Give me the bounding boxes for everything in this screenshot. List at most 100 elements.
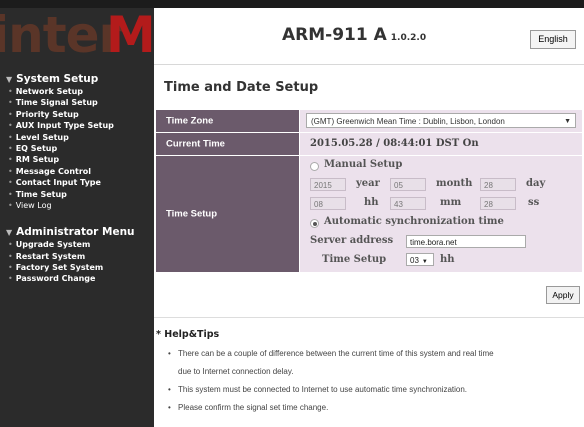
minute-unit: mm (440, 197, 462, 208)
time-zone-label: Time Zone (166, 115, 214, 127)
current-time-row: Current Time 2015.05.28 / 08:44:01 DST O… (156, 133, 582, 156)
row-value: (GMT) Greenwich Mean Time : Dublin, Lisb… (300, 110, 582, 132)
collapse-icon: ▼ (6, 75, 13, 84)
sidebar-item-rm-setup[interactable]: • RM Setup (0, 154, 154, 165)
bullet-icon: • (8, 189, 13, 199)
sidebar-item-upgrade-system[interactable]: • Upgrade System (0, 239, 154, 250)
collapse-icon: ▼ (6, 228, 13, 238)
sync-hour-value: 03 (410, 256, 419, 265)
time-zone-value: (GMT) Greenwich Mean Time : Dublin, Lisb… (311, 117, 505, 126)
top-bar (0, 0, 584, 8)
help-tip-text: Please confirm the signal set time chang… (178, 403, 329, 412)
logo-text: inter (0, 10, 123, 64)
sidebar-item-factory-set-system[interactable]: • Factory Set System (0, 262, 154, 273)
sidebar-item-label: Contact Input Type (15, 178, 101, 188)
sidebar-item-time-signal-setup[interactable]: • Time Signal Setup (0, 97, 154, 108)
sync-hour-select[interactable]: 03 ▼ (406, 253, 434, 266)
sidebar-item-label: Network Setup (15, 87, 84, 96)
bullet-icon: • (168, 349, 171, 358)
sidebar-item-password-change[interactable]: • Password Change (0, 273, 154, 284)
second-field[interactable]: 28 (480, 197, 516, 210)
sidebar-item-label: Priority Setup (15, 109, 79, 119)
bullet-icon: • (168, 385, 171, 394)
sidebar-item-contact-input-type[interactable]: • Contact Input Type (0, 177, 154, 188)
sidebar-item-priority-setup[interactable]: • Priority Setup (0, 109, 154, 120)
bullet-icon: • (8, 155, 13, 165)
help-tip-text: This system must be connected to Interne… (178, 385, 468, 394)
time-zone-row: Time Zone (GMT) Greenwich Mean Time : Du… (156, 110, 582, 133)
help-tip-continued: due to Internet connection delay. (178, 367, 294, 376)
bullet-icon: • (8, 200, 13, 210)
model-name: ARM-911 A (282, 25, 387, 45)
auto-sync-label: Automatic synchronization time (324, 216, 504, 227)
bullet-icon: • (8, 251, 13, 261)
sidebar-item-restart-system[interactable]: • Restart System (0, 251, 154, 262)
bullet-icon: • (8, 274, 13, 284)
current-time-label: Current Time (166, 138, 225, 150)
apply-button[interactable]: Apply (546, 286, 580, 304)
day-field[interactable]: 28 (480, 178, 516, 191)
bullet-icon: • (8, 143, 13, 153)
sidebar-item-label: Time Signal Setup (15, 98, 98, 108)
sidebar-item-network-setup[interactable]: • Network Setup (0, 86, 154, 97)
help-tip: • This system must be connected to Intern… (168, 385, 468, 394)
menu-section-administrator[interactable]: ▼ Administrator Menu (0, 225, 154, 239)
time-setup-label: Time Setup (166, 208, 218, 220)
sidebar-menu: ▼ System Setup • Network Setup • Time Signa… (0, 72, 154, 285)
help-tip: • There can be a couple of difference bet… (168, 349, 494, 358)
menu-section-system-setup[interactable]: ▼ System Setup (0, 72, 154, 86)
firmware-version: 1.0.2.0 (390, 33, 427, 43)
sidebar-item-label: AUX Input Type Setup (15, 121, 114, 131)
help-tip-text: There can be a couple of difference betw… (178, 349, 494, 358)
row-label: Time Zone (156, 110, 299, 132)
time-setup-row: Time Setup Manual Setup 2015 year 05 mon… (156, 156, 582, 273)
sidebar-item-eq-setup[interactable]: • EQ Setup (0, 143, 154, 154)
year-field[interactable]: 2015 (310, 178, 346, 191)
auto-sync-radio[interactable] (310, 219, 319, 228)
logo-mark: M (106, 10, 154, 64)
day-unit: day (526, 178, 546, 189)
sidebar-item-label: Upgrade System (15, 240, 91, 250)
sidebar-item-time-setup[interactable]: • Time Setup (0, 189, 154, 200)
minute-field[interactable]: 43 (390, 197, 426, 210)
help-tip-text: due to Internet connection delay. (178, 367, 294, 376)
row-value: 2015.05.28 / 08:44:01 DST On (300, 133, 582, 155)
divider (154, 317, 584, 318)
second-unit: ss (528, 197, 540, 208)
sidebar-item-level-setup[interactable]: • Level Setup (0, 132, 154, 143)
server-address-label: Server address (310, 235, 394, 246)
manual-setup-radio[interactable] (310, 162, 319, 171)
month-unit: month (436, 178, 473, 189)
bullet-icon: • (8, 240, 13, 250)
bullet-icon: • (8, 178, 13, 188)
model-title: ARM-911 A 1.0.2.0 (282, 25, 426, 45)
bullet-icon: • (168, 403, 171, 412)
bullet-icon: • (8, 121, 13, 131)
row-value: Manual Setup 2015 year 05 month 28 day 0… (300, 156, 582, 272)
sidebar-item-label: Password Change (15, 274, 96, 284)
manual-setup-label: Manual Setup (324, 159, 403, 170)
help-title: * Help&Tips (156, 329, 220, 340)
section-title: Administrator Menu (16, 226, 135, 239)
sidebar-item-view-log[interactable]: • View Log (0, 200, 154, 211)
language-button[interactable]: English (530, 30, 576, 49)
sidebar-item-label: Factory Set System (15, 263, 104, 273)
time-zone-select[interactable]: (GMT) Greenwich Mean Time : Dublin, Lisb… (306, 113, 576, 128)
bullet-icon: • (8, 263, 13, 273)
dropdown-arrow-icon: ▼ (564, 118, 571, 125)
hour-field[interactable]: 08 (310, 197, 346, 210)
sidebar-item-label: Level Setup (15, 132, 69, 142)
sidebar-item-aux-input-type-setup[interactable]: • AUX Input Type Setup (0, 120, 154, 131)
server-address-input[interactable]: time.bora.net (406, 235, 526, 248)
bullet-icon: • (8, 98, 13, 108)
hour-unit: hh (364, 197, 379, 208)
main-content: Time and Date Setup Time Zone (GMT) Gree… (154, 64, 584, 427)
settings-table: Time Zone (GMT) Greenwich Mean Time : Du… (156, 110, 582, 273)
header: ARM-911 A 1.0.2.0 English (154, 8, 584, 65)
current-time-value: 2015.05.28 / 08:44:01 DST On (310, 138, 479, 149)
month-field[interactable]: 05 (390, 178, 426, 191)
dropdown-arrow-icon: ▼ (421, 259, 428, 265)
sidebar-item-message-control[interactable]: • Message Control (0, 166, 154, 177)
section-title: System Setup (16, 73, 99, 85)
sync-time-label: Time Setup (322, 254, 387, 265)
